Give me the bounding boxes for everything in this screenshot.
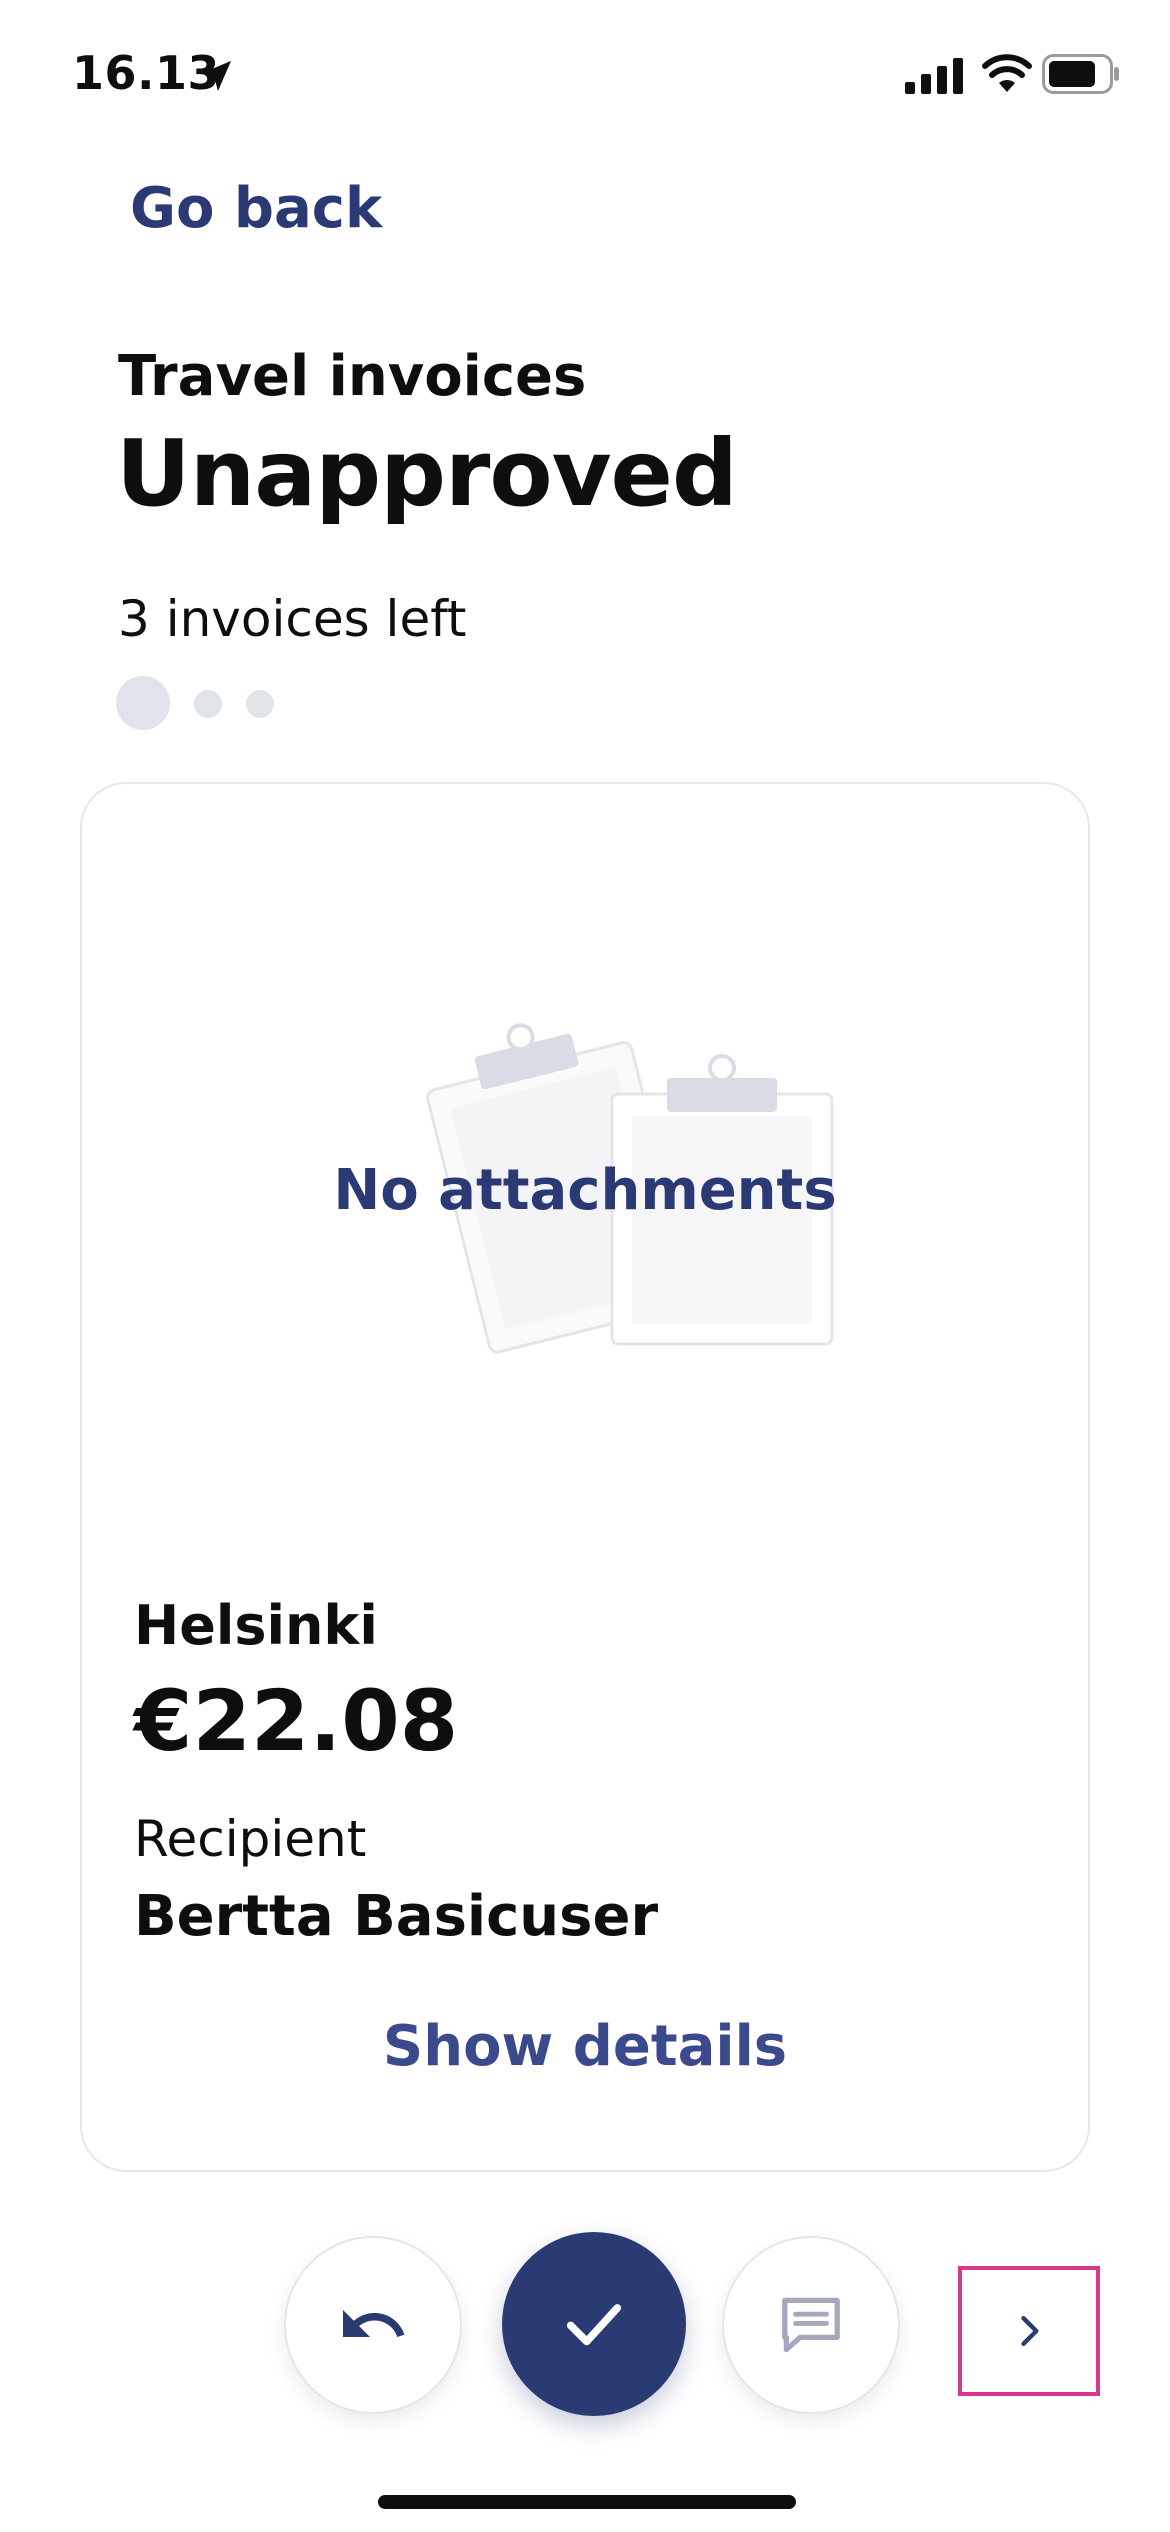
checkmark-icon (566, 2304, 622, 2346)
home-indicator[interactable] (378, 2495, 796, 2509)
comment-icon (782, 2297, 840, 2353)
pager-dot (194, 690, 222, 718)
invoice-amount: €22.08 (134, 1672, 459, 1770)
wifi-icon (982, 54, 1032, 92)
recipient-label: Recipient (134, 1810, 367, 1868)
recipient-name: Bertta Basicuser (134, 1884, 659, 1949)
cellular-signal-icon (905, 58, 963, 94)
status-bar: 16.13 (0, 0, 1170, 150)
comment-button[interactable] (722, 2236, 900, 2414)
location-arrow-icon (201, 61, 231, 91)
undo-button[interactable] (284, 2236, 462, 2414)
next-invoice-button[interactable] (958, 2266, 1100, 2396)
section-label: Travel invoices (118, 344, 587, 409)
invoice-location: Helsinki (134, 1594, 378, 1657)
undo-icon (343, 2310, 405, 2337)
no-attachments-text: No attachments (333, 1158, 837, 1223)
approve-button[interactable] (502, 2232, 686, 2416)
chevron-right-icon (1021, 2315, 1039, 2347)
page-title: Unapproved (116, 420, 738, 527)
show-details-link[interactable]: Show details (82, 2014, 1088, 2079)
battery-icon (1042, 54, 1119, 94)
invoice-card[interactable]: No attachments Helsinki €22.08 Recipient… (80, 782, 1090, 2172)
pager-dot (246, 690, 274, 718)
pager-dot-active (116, 676, 170, 730)
go-back-link[interactable]: Go back (130, 176, 382, 241)
invoices-left-count: 3 invoices left (118, 590, 467, 648)
